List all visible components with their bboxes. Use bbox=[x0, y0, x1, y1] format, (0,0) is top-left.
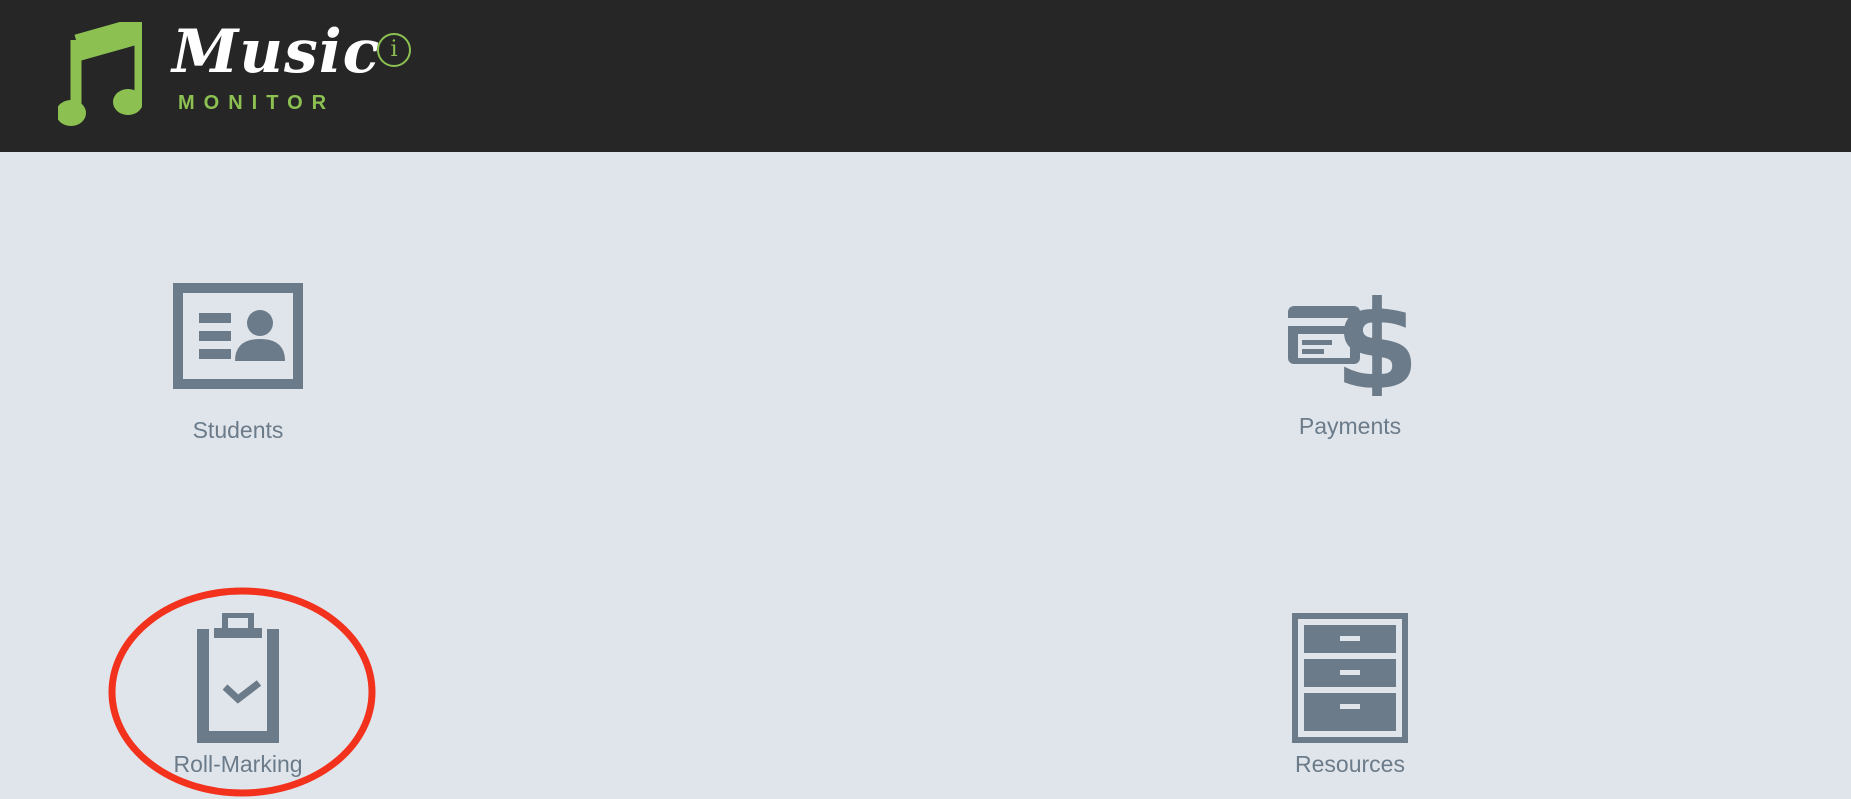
tile-students[interactable]: Students bbox=[138, 283, 338, 442]
svg-text:$: $ bbox=[1335, 278, 1415, 396]
tile-payments[interactable]: $ Payments bbox=[1250, 278, 1450, 438]
info-icon[interactable]: i bbox=[377, 33, 411, 67]
logo-wordmark-monitor: MONITOR bbox=[178, 92, 336, 114]
tile-label: Payments bbox=[1298, 413, 1402, 439]
logo-wordmark-music: Music bbox=[172, 17, 381, 87]
id-card-icon bbox=[173, 283, 303, 389]
top-header-bar: Music MONITOR i bbox=[0, 0, 1851, 152]
tile-roll-marking[interactable]: Roll-Marking bbox=[138, 613, 338, 776]
tile-resources[interactable]: Resources bbox=[1250, 613, 1450, 776]
app-logo[interactable]: Music MONITOR bbox=[0, 0, 450, 152]
tile-label: Roll-Marking bbox=[173, 751, 303, 777]
filing-cabinet-icon bbox=[1292, 613, 1408, 743]
clipboard-check-icon bbox=[197, 613, 279, 743]
music-note-icon bbox=[58, 22, 142, 126]
tile-label: Students bbox=[192, 417, 284, 443]
tile-label: Resources bbox=[1295, 751, 1405, 777]
payment-dollar-icon: $ bbox=[1288, 278, 1415, 396]
